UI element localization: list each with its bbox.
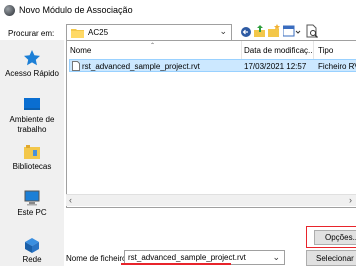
look-in-label: Procurar em: <box>8 29 55 38</box>
file-name-label: Nome de ficheiro: <box>66 254 129 263</box>
place-libraries[interactable]: Bibliotecas <box>0 144 64 172</box>
chevron-down-icon[interactable]: ⌄ <box>272 252 280 263</box>
view-menu-button[interactable] <box>283 24 301 40</box>
place-label: Acesso Rápido <box>5 69 59 78</box>
file-modified: 17/03/2021 12:57 <box>244 62 307 71</box>
scroll-left-icon[interactable]: ‹ <box>69 195 72 205</box>
chevron-down-icon: ⌄ <box>219 26 227 36</box>
look-in-combo[interactable]: AC25 ⌄ <box>66 24 232 41</box>
place-label: Bibliotecas <box>12 162 52 171</box>
place-label: Este PC <box>17 208 47 217</box>
folder-icon <box>71 29 84 38</box>
back-icon <box>241 27 251 37</box>
view-icon <box>283 25 301 37</box>
app-icon <box>4 5 15 16</box>
file-row[interactable]: rst_advanced_sample_project.rvt 17/03/20… <box>69 59 356 72</box>
place-desktop[interactable]: Ambiente de trabalho <box>0 97 64 135</box>
place-network[interactable]: Rede <box>0 237 64 265</box>
up-folder-icon <box>254 25 265 37</box>
title-bar: Novo Módulo de Associação <box>0 0 356 22</box>
options-button[interactable]: Opções... <box>314 230 356 245</box>
place-label: Ambiente de trabalho <box>9 115 55 134</box>
back-button[interactable] <box>240 24 252 40</box>
new-folder-button[interactable] <box>268 24 280 40</box>
computer-icon <box>24 190 40 206</box>
new-folder-icon <box>268 24 280 37</box>
places-bar: Acesso Rápido Ambiente de trabalho Bibli… <box>0 40 64 266</box>
horizontal-scrollbar[interactable]: ‹ › <box>66 194 356 206</box>
desktop-icon <box>24 98 40 110</box>
file-list[interactable]: ⌃ Nome Data de modificaç... Tipo rst_adv… <box>66 40 356 208</box>
libraries-icon <box>24 145 40 159</box>
column-separator[interactable] <box>241 41 242 59</box>
scroll-right-icon[interactable]: › <box>349 195 352 205</box>
file-icon <box>72 61 80 71</box>
up-folder-button[interactable] <box>254 24 266 40</box>
preview-icon <box>306 24 318 38</box>
select-button[interactable]: Selecionar <box>306 250 356 266</box>
look-in-value: AC25 <box>88 28 109 37</box>
window-title: Novo Módulo de Associação <box>19 5 133 15</box>
preview-button[interactable] <box>305 24 319 40</box>
place-this-pc[interactable]: Este PC <box>0 190 64 218</box>
network-icon <box>25 238 39 253</box>
column-header-type[interactable]: Tipo <box>318 41 333 59</box>
file-name-value: rst_advanced_sample_project.rvt <box>128 253 246 262</box>
sort-ascending-icon: ⌃ <box>150 43 156 49</box>
place-quick-access[interactable]: Acesso Rápido <box>0 49 64 79</box>
star-icon <box>24 50 40 66</box>
place-label: Rede <box>22 255 42 264</box>
column-header-name[interactable]: Nome <box>70 41 91 59</box>
column-separator[interactable] <box>313 41 314 59</box>
file-name: rst_advanced_sample_project.rvt <box>82 62 200 71</box>
column-header-modified[interactable]: Data de modificaç... <box>244 41 315 59</box>
file-type: Ficheiro RV <box>318 62 356 71</box>
